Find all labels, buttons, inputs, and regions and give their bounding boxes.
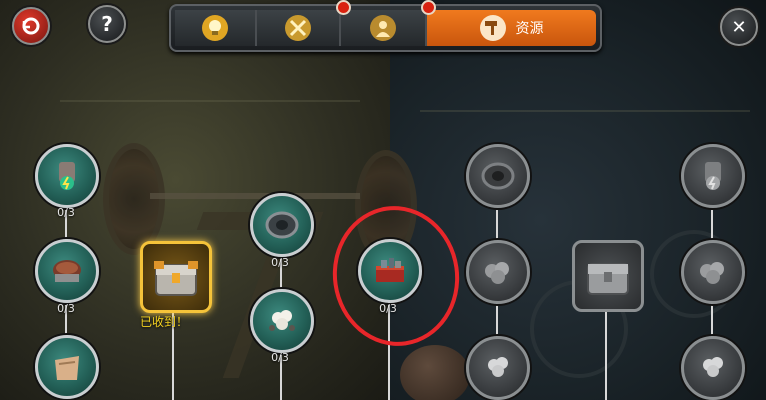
node-tire[interactable] — [250, 193, 314, 257]
gray-chest-icon — [587, 263, 629, 295]
wall-trim — [420, 110, 750, 112]
wall-trim — [60, 100, 360, 102]
back-arrow-icon — [22, 17, 40, 35]
tab-resources-label: 资源 — [515, 21, 544, 37]
cotton-pile-icon — [485, 262, 509, 284]
node-energy-generator[interactable] — [35, 144, 99, 208]
tab-combat[interactable] — [257, 10, 341, 46]
energy-generator-icon — [705, 162, 721, 190]
soldier-icon — [370, 15, 396, 41]
node-count: 0/3 — [57, 206, 75, 219]
node-tire-locked[interactable] — [466, 144, 530, 208]
node-energy-generator-locked[interactable] — [681, 144, 745, 208]
node-cotton-locked[interactable] — [466, 336, 530, 400]
category-tab-bar: 资源 — [169, 0, 602, 52]
cotton-icon — [703, 357, 723, 377]
tree-connector — [711, 210, 713, 240]
tree-connector — [605, 305, 607, 400]
cotton-icon — [488, 357, 508, 377]
cotton-pile-icon — [700, 262, 724, 284]
barbell-rod — [150, 193, 360, 199]
tree-connector — [496, 210, 498, 240]
node-food-bowl[interactable] — [35, 239, 99, 303]
node-cotton-locked[interactable] — [681, 336, 745, 400]
tab-resources[interactable]: 资源 — [427, 10, 596, 46]
reward-chest-claimed[interactable] — [140, 241, 212, 313]
crossed-swords-icon — [285, 15, 311, 41]
barbell-plate — [103, 143, 165, 255]
back-button[interactable] — [12, 7, 50, 45]
tab-research[interactable] — [175, 10, 257, 46]
node-cotton[interactable] — [250, 289, 314, 353]
energy-generator-icon — [59, 162, 75, 190]
tab-survivors[interactable] — [341, 10, 427, 46]
node-cotton-pile-locked[interactable] — [681, 240, 745, 304]
node-cotton-pile-locked[interactable] — [466, 240, 530, 304]
claimed-status: 已收到！ — [140, 315, 189, 329]
game-screen: ? ✕ 资源 0/3 0/3 已收到！ 0/3 0/3 0/3 — [0, 0, 766, 400]
kettlebell — [400, 345, 470, 400]
hand-hammer-icon — [479, 15, 506, 41]
help-button[interactable]: ? — [88, 5, 126, 43]
tree-connector — [496, 303, 498, 338]
tire-icon — [481, 162, 515, 190]
notification-badge — [336, 0, 351, 15]
close-button[interactable]: ✕ — [720, 8, 758, 46]
node-sack[interactable] — [35, 335, 99, 399]
node-count: 0/3 — [57, 302, 75, 315]
sack-icon — [55, 356, 79, 380]
food-bowl-icon — [53, 260, 81, 282]
node-count: 0/3 — [271, 351, 289, 364]
notification-badge — [421, 0, 436, 15]
gold-chest-icon — [154, 261, 198, 296]
reward-chest-locked[interactable] — [572, 240, 644, 312]
tree-connector — [711, 303, 713, 338]
tire-icon — [265, 211, 299, 239]
node-count: 0/3 — [271, 256, 289, 269]
cotton-icon — [269, 310, 295, 331]
lightbulb-icon — [202, 15, 228, 41]
